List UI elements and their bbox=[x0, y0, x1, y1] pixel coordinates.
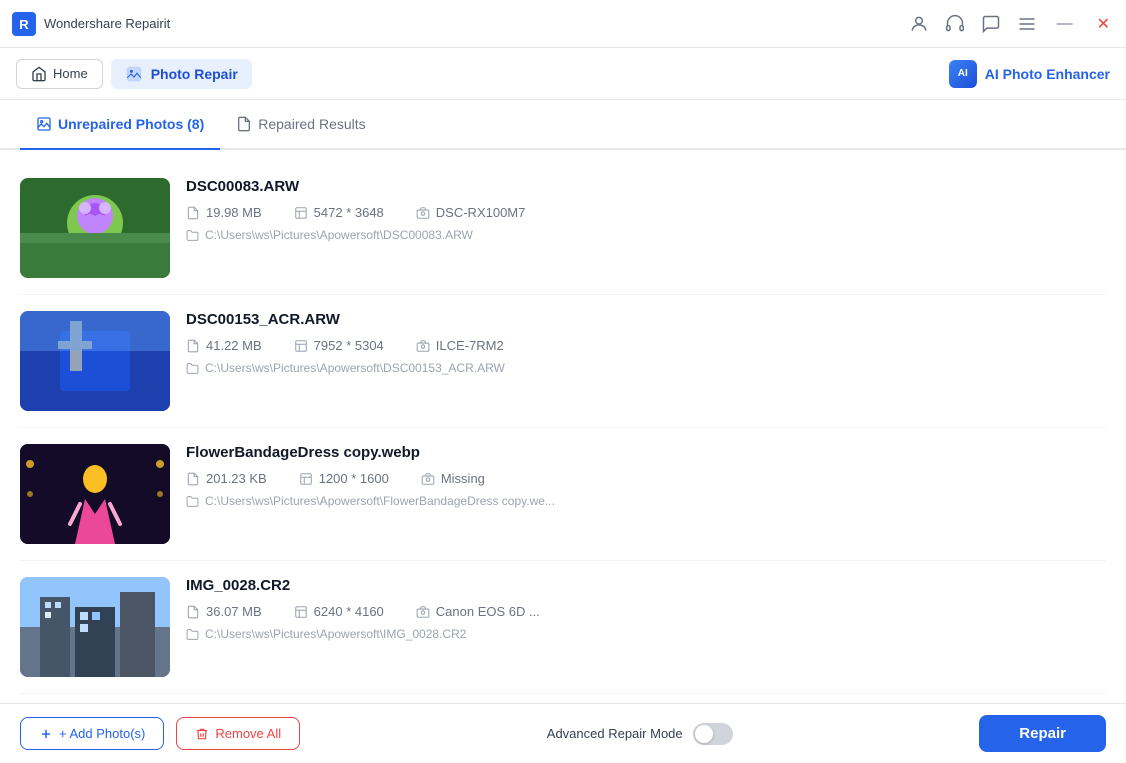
folder-icon bbox=[186, 229, 199, 242]
camera-icon bbox=[416, 206, 430, 220]
trash-icon bbox=[195, 727, 209, 741]
photo-filename: FlowerBandageDress copy.webp bbox=[186, 444, 1106, 461]
file-size: 19.98 MB bbox=[186, 205, 262, 220]
list-item: FlowerBandageDress copy.webp 201.23 KB 1… bbox=[20, 428, 1106, 561]
ai-enhancer-button[interactable]: AI AI Photo Enhancer bbox=[949, 60, 1110, 88]
dimensions-icon bbox=[294, 339, 308, 353]
advanced-mode-toggle[interactable] bbox=[693, 723, 733, 745]
tab-repaired[interactable]: Repaired Results bbox=[220, 100, 381, 150]
file-icon bbox=[186, 472, 200, 486]
photo-repair-label: Photo Repair bbox=[151, 66, 238, 82]
tabs-bar: Unrepaired Photos (8) Repaired Results bbox=[0, 100, 1126, 150]
home-label: Home bbox=[53, 66, 88, 81]
headphones-icon[interactable] bbox=[945, 14, 965, 34]
home-button[interactable]: Home bbox=[16, 59, 103, 89]
photo-filename: DSC00083.ARW bbox=[186, 178, 1106, 195]
photo-info: FlowerBandageDress copy.webp 201.23 KB 1… bbox=[186, 444, 1106, 508]
chat-icon[interactable] bbox=[981, 14, 1001, 34]
file-path: C:\Users\ws\Pictures\Apowersoft\DSC00153… bbox=[186, 361, 1106, 375]
dimensions-icon bbox=[299, 472, 313, 486]
content-area: DSC00083.ARW 19.98 MB 5472 * 3648 bbox=[0, 150, 1126, 703]
file-path: C:\Users\ws\Pictures\Apowersoft\DSC00083… bbox=[186, 228, 1106, 242]
minimize-button[interactable]: — bbox=[1053, 15, 1077, 33]
unrepaired-tab-icon bbox=[36, 116, 52, 132]
photo-info: IMG_0028.CR2 36.07 MB 6240 * 4160 bbox=[186, 577, 1106, 641]
tab-repaired-label: Repaired Results bbox=[258, 116, 365, 132]
photo-info: DSC00083.ARW 19.98 MB 5472 * 3648 bbox=[186, 178, 1106, 242]
photo-meta: 201.23 KB 1200 * 1600 Missing bbox=[186, 471, 1106, 486]
title-bar-controls: — ✕ bbox=[909, 14, 1114, 34]
nav-left: Home Photo Repair bbox=[16, 59, 252, 89]
file-icon bbox=[186, 206, 200, 220]
file-icon bbox=[186, 605, 200, 619]
camera-icon bbox=[416, 605, 430, 619]
file-path: C:\Users\ws\Pictures\Apowersoft\FlowerBa… bbox=[186, 494, 1106, 508]
title-bar-left: R Wondershare Repairit bbox=[12, 12, 170, 36]
photo-repair-nav: Photo Repair bbox=[111, 59, 252, 89]
camera-icon bbox=[421, 472, 435, 486]
toggle-thumb bbox=[695, 725, 713, 743]
file-icon bbox=[186, 339, 200, 353]
file-size: 201.23 KB bbox=[186, 471, 267, 486]
menu-icon[interactable] bbox=[1017, 14, 1037, 34]
repair-button[interactable]: Repair bbox=[979, 715, 1106, 752]
folder-icon bbox=[186, 628, 199, 641]
file-size: 36.07 MB bbox=[186, 604, 262, 619]
photo-thumbnail bbox=[20, 311, 170, 411]
tab-unrepaired-label: Unrepaired Photos (8) bbox=[58, 116, 204, 132]
app-icon: R bbox=[12, 12, 36, 36]
photo-filename: DSC00153_ACR.ARW bbox=[186, 311, 1106, 328]
remove-all-button[interactable]: Remove All bbox=[176, 717, 300, 750]
plus-icon bbox=[39, 727, 53, 741]
home-icon bbox=[31, 66, 47, 82]
mode-label: Advanced Repair Mode bbox=[547, 726, 683, 741]
camera-model: ILCE-7RM2 bbox=[416, 338, 504, 353]
camera-icon bbox=[416, 339, 430, 353]
camera-model: Missing bbox=[421, 471, 485, 486]
dimensions-icon bbox=[294, 605, 308, 619]
photo-filename: IMG_0028.CR2 bbox=[186, 577, 1106, 594]
photo-thumbnail bbox=[20, 178, 170, 278]
dimensions: 1200 * 1600 bbox=[299, 471, 389, 486]
photo-meta: 19.98 MB 5472 * 3648 DSC-RX100M7 bbox=[186, 205, 1106, 220]
photo-meta: 41.22 MB 7952 * 5304 ILCE-7RM2 bbox=[186, 338, 1106, 353]
add-photos-button[interactable]: + Add Photo(s) bbox=[20, 717, 164, 750]
folder-icon bbox=[186, 495, 199, 508]
repaired-tab-icon bbox=[236, 116, 252, 132]
file-size: 41.22 MB bbox=[186, 338, 262, 353]
ai-badge: AI bbox=[949, 60, 977, 88]
tab-unrepaired[interactable]: Unrepaired Photos (8) bbox=[20, 100, 220, 150]
remove-all-label: Remove All bbox=[215, 726, 281, 741]
add-photos-label: + Add Photo(s) bbox=[59, 726, 145, 741]
app-name: Wondershare Repairit bbox=[44, 16, 170, 31]
photo-meta: 36.07 MB 6240 * 4160 Canon EOS 6D ... bbox=[186, 604, 1106, 619]
person-icon[interactable] bbox=[909, 14, 929, 34]
bottom-left: + Add Photo(s) Remove All bbox=[20, 717, 300, 750]
ai-enhancer-label: AI Photo Enhancer bbox=[985, 66, 1110, 82]
photo-repair-icon bbox=[125, 65, 143, 83]
folder-icon bbox=[186, 362, 199, 375]
photo-info: DSC00153_ACR.ARW 41.22 MB 7952 * 5304 bbox=[186, 311, 1106, 375]
camera-model: DSC-RX100M7 bbox=[416, 205, 526, 220]
list-item: DSC00083.ARW 19.98 MB 5472 * 3648 bbox=[20, 162, 1106, 295]
photo-thumbnail bbox=[20, 577, 170, 677]
dimensions: 6240 * 4160 bbox=[294, 604, 384, 619]
title-bar: R Wondershare Repairit — ✕ bbox=[0, 0, 1126, 48]
file-path: C:\Users\ws\Pictures\Apowersoft\IMG_0028… bbox=[186, 627, 1106, 641]
list-item: IMG_0028.CR2 36.07 MB 6240 * 4160 bbox=[20, 561, 1106, 694]
bottom-bar: + Add Photo(s) Remove All Advanced Repai… bbox=[0, 703, 1126, 763]
dimensions: 5472 * 3648 bbox=[294, 205, 384, 220]
list-item: DSC00153_ACR.ARW 41.22 MB 7952 * 5304 bbox=[20, 295, 1106, 428]
bottom-center: Advanced Repair Mode bbox=[547, 723, 733, 745]
close-button[interactable]: ✕ bbox=[1093, 14, 1114, 34]
photo-thumbnail bbox=[20, 444, 170, 544]
dimensions-icon bbox=[294, 206, 308, 220]
svg-text:R: R bbox=[19, 17, 29, 32]
dimensions: 7952 * 5304 bbox=[294, 338, 384, 353]
nav-bar: Home Photo Repair AI AI Photo Enhancer bbox=[0, 48, 1126, 100]
camera-model: Canon EOS 6D ... bbox=[416, 604, 540, 619]
